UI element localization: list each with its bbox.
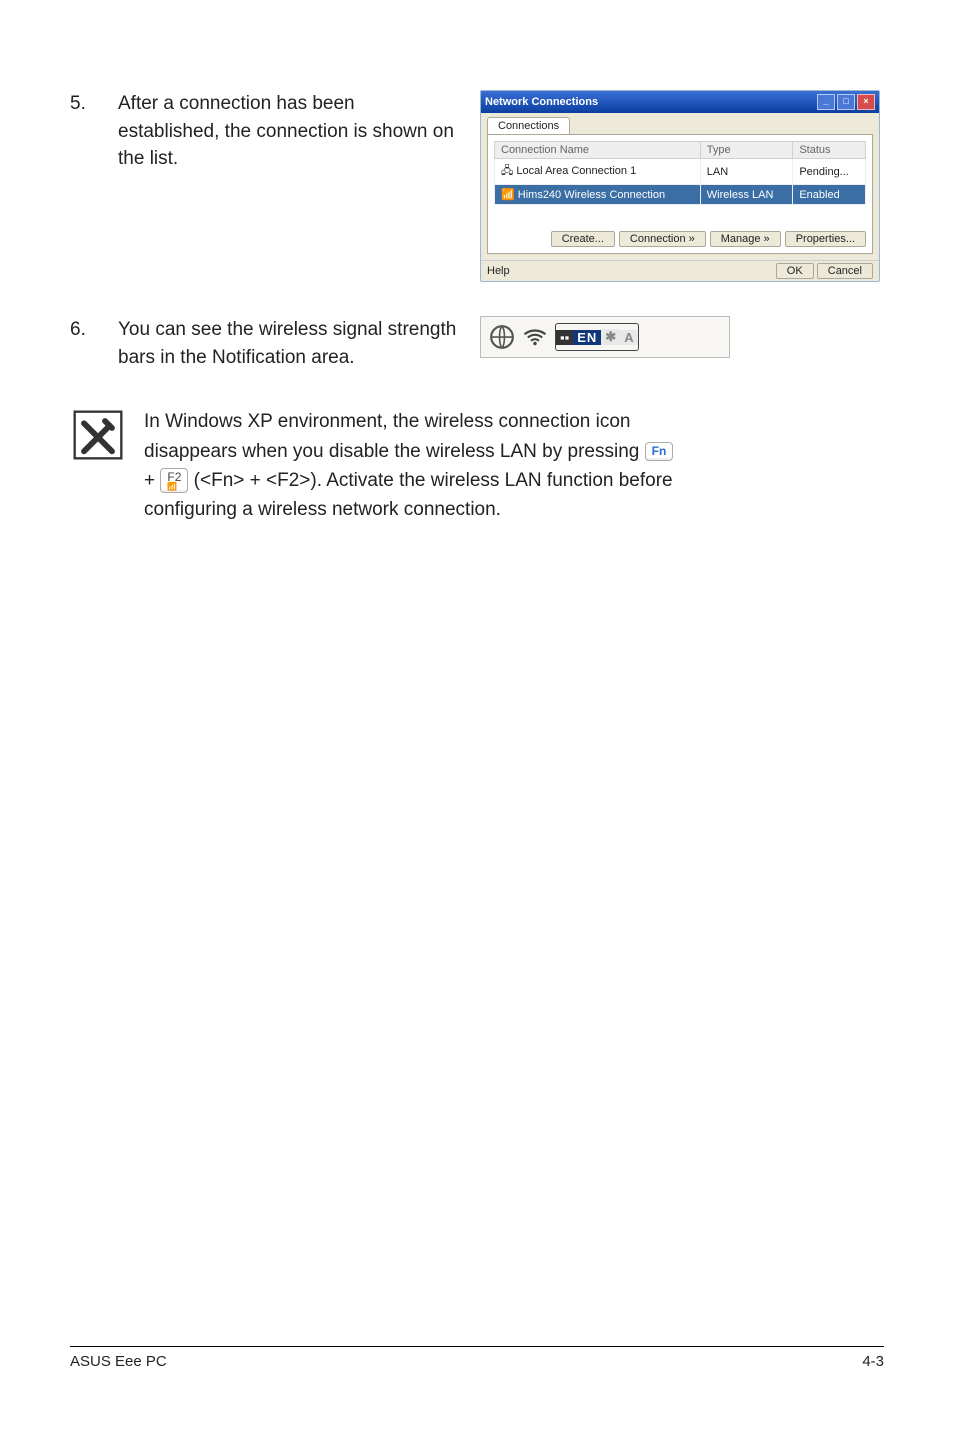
footer-right: 4-3 — [862, 1353, 884, 1370]
step6-text: You can see the wireless signal strength… — [118, 316, 460, 371]
note-icon — [70, 407, 126, 463]
note-line: configuring a wireless network connectio… — [144, 499, 501, 520]
maximize-icon[interactable]: □ — [837, 94, 855, 110]
note-line: + — [144, 470, 160, 491]
step5-text: After a connection has been established,… — [118, 90, 460, 173]
col-name: Connection Name — [495, 142, 701, 159]
table-row[interactable]: 📶 Hims240 Wireless Connection Wireless L… — [495, 185, 866, 205]
note-text: In Windows XP environment, the wireless … — [144, 407, 673, 525]
conn-type: LAN — [700, 159, 793, 185]
create-button[interactable]: Create... — [551, 231, 615, 247]
connections-table: Connection Name Type Status 🖧 Local Area… — [494, 141, 866, 205]
network-connections-window: Network Connections _ □ × Connections Co… — [480, 90, 880, 282]
notification-tray: ▪▪ EN ✱ A — [480, 316, 730, 358]
globe-icon — [489, 324, 515, 350]
col-status: Status — [793, 142, 866, 159]
conn-name: Local Area Connection 1 — [516, 165, 636, 177]
status-help: Help — [487, 265, 510, 277]
col-type: Type — [700, 142, 793, 159]
cancel-button[interactable]: Cancel — [817, 263, 873, 279]
f2-key-icon: F2📶 — [160, 468, 188, 493]
minimize-icon[interactable]: _ — [817, 94, 835, 110]
tab-connections[interactable]: Connections — [487, 117, 570, 134]
note-line: (<Fn> + <F2>). Activate the wireless LAN… — [194, 470, 673, 491]
language-code: EN — [573, 330, 601, 345]
conn-name: Hims240 Wireless Connection — [518, 189, 665, 201]
close-icon[interactable]: × — [857, 94, 875, 110]
note-line: disappears when you disable the wireless… — [144, 441, 645, 462]
properties-button[interactable]: Properties... — [785, 231, 866, 247]
fn-key-icon: Fn — [645, 442, 674, 461]
window-title: Network Connections — [485, 96, 598, 108]
ime-icon: ▪▪ — [556, 330, 573, 345]
note-line: In Windows XP environment, the wireless … — [144, 411, 631, 432]
step5-number: 5. — [70, 90, 118, 118]
window-titlebar: Network Connections _ □ × — [481, 91, 879, 113]
wifi-icon — [521, 324, 549, 350]
connection-button[interactable]: Connection » — [619, 231, 706, 247]
ime-letter-icon: A — [620, 330, 637, 345]
step6-number: 6. — [70, 316, 118, 344]
language-indicator[interactable]: ▪▪ EN ✱ A — [555, 323, 639, 351]
manage-button[interactable]: Manage » — [710, 231, 781, 247]
conn-status: Pending... — [793, 159, 866, 185]
conn-type: Wireless LAN — [700, 185, 793, 205]
ime-option-icon: ✱ — [601, 329, 620, 345]
table-row[interactable]: 🖧 Local Area Connection 1 LAN Pending... — [495, 159, 866, 185]
ok-button[interactable]: OK — [776, 263, 814, 279]
conn-status: Enabled — [793, 185, 866, 205]
footer-left: ASUS Eee PC — [70, 1353, 167, 1370]
